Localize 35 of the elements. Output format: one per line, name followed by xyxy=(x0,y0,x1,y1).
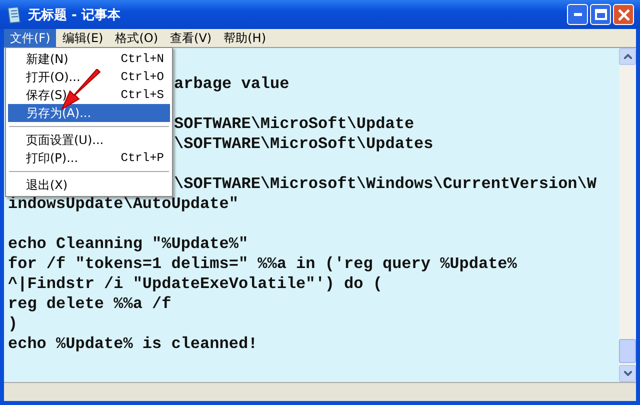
menu-option[interactable]: 另存为(A)... xyxy=(8,104,170,122)
minimize-icon xyxy=(574,12,582,16)
code-line: arbage value xyxy=(174,75,290,93)
scroll-up-button[interactable] xyxy=(619,48,636,65)
close-button[interactable] xyxy=(613,4,634,25)
close-icon xyxy=(618,8,630,20)
menu-option[interactable]: 打印(P)... Ctrl+P xyxy=(8,149,170,167)
code-line: for /f "tokens=1 delims=" %%a in ('reg query %Update% xyxy=(8,255,517,273)
maximize-button[interactable] xyxy=(590,4,611,25)
menu-option[interactable]: 退出(X) xyxy=(8,176,170,194)
menu-option[interactable]: 保存(S) Ctrl+S xyxy=(8,86,170,104)
code-line: echo %Update% is cleanned! xyxy=(8,335,258,353)
menu-option[interactable]: 新建(N) Ctrl+N xyxy=(8,50,170,68)
menu-item[interactable]: 查看(V) xyxy=(164,29,218,47)
menu-option[interactable]: 页面设置(U)... xyxy=(8,131,170,149)
code-line: \SOFTWARE\MicroSoft\Updates xyxy=(174,135,434,153)
code-line: ^|Findstr /i "UpdateExeVolatile"') do ( xyxy=(8,275,382,293)
scroll-thumb[interactable] xyxy=(619,339,636,363)
window-title: 无标题 - 记事本 xyxy=(28,6,120,24)
code-line: indowsUpdate\AutoUpdate" xyxy=(8,195,238,213)
notepad-icon xyxy=(6,6,22,24)
maximize-icon xyxy=(594,9,606,20)
menu-item[interactable]: 文件(F) xyxy=(4,29,56,47)
code-line: ) xyxy=(8,315,18,333)
menu-item[interactable]: 编辑(E) xyxy=(56,29,110,47)
menu-option[interactable]: 打开(O)... Ctrl+O xyxy=(8,68,170,86)
scrollbar[interactable] xyxy=(619,48,636,382)
menu-item[interactable]: 格式(O) xyxy=(109,29,164,47)
code-line: \SOFTWARE\Microsoft\Windows\CurrentVersion\W xyxy=(174,175,596,193)
code-line: SOFTWARE\MicroSoft\Update xyxy=(174,115,414,133)
code-line: reg delete %%a /f xyxy=(8,295,172,313)
scroll-down-button[interactable] xyxy=(619,365,636,382)
minimize-button[interactable] xyxy=(567,4,588,25)
menu-item[interactable]: 帮助(H) xyxy=(218,29,272,47)
code-line: echo Cleanning "%Update%" xyxy=(8,235,248,253)
